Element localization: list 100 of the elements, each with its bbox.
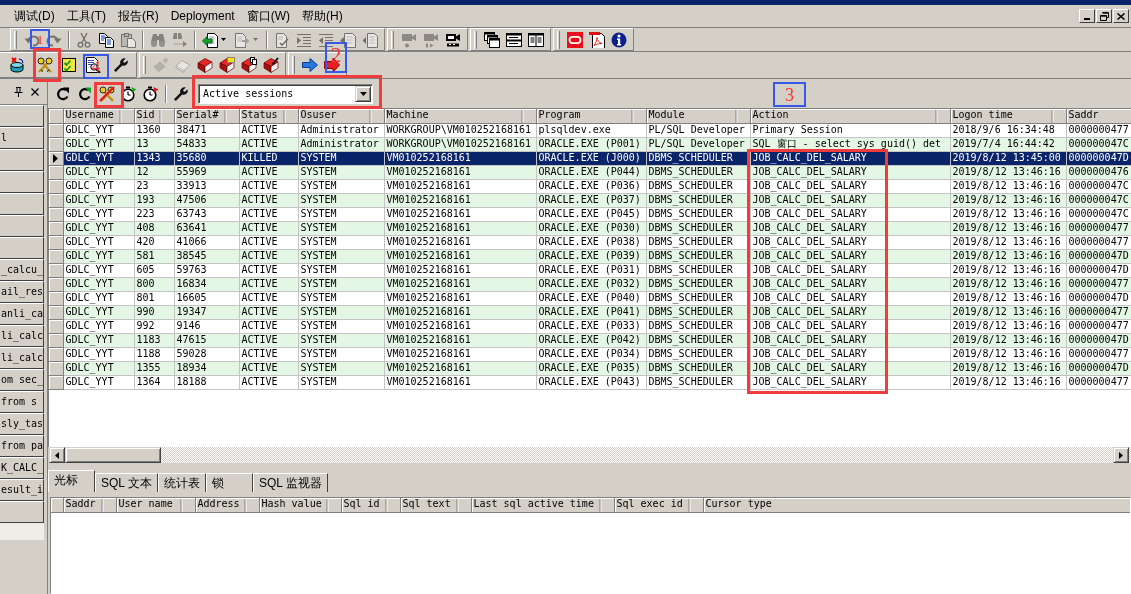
table-cell: 1188 <box>134 347 174 361</box>
refresh-icon[interactable] <box>55 85 71 102</box>
column-header[interactable]: Cursor type <box>703 498 1130 512</box>
window-list-button[interactable]: _calcu_ <box>0 259 44 281</box>
menu-item[interactable]: 调试(D) <box>8 7 61 25</box>
key-crossed-icon[interactable] <box>99 85 115 102</box>
column-header[interactable]: Module <box>646 109 750 123</box>
table-cell: ACTIVE <box>239 347 298 361</box>
window-list-button[interactable]: esult_i <box>0 479 44 501</box>
scroll-left-button[interactable] <box>49 447 65 463</box>
column-header[interactable]: Saddr <box>1066 109 1131 123</box>
column-header[interactable]: Status <box>239 109 298 123</box>
window-list-button[interactable]: l <box>0 127 44 149</box>
dropdown-button[interactable] <box>355 85 371 102</box>
table-cell: 0000000477 <box>1066 347 1131 361</box>
table-cell: 420 <box>134 235 174 249</box>
window-list-button[interactable] <box>0 171 44 193</box>
column-header[interactable]: Sql id <box>341 498 400 512</box>
window-list-button[interactable]: li_calc <box>0 347 44 369</box>
window-list-button[interactable]: ail_res <box>0 281 44 303</box>
window-list-button[interactable]: sly_tas <box>0 413 44 435</box>
filter-dropdown[interactable]: Active sessions <box>198 83 373 104</box>
table-cell: ACTIVE <box>239 207 298 221</box>
column-header[interactable]: Last sql active time <box>471 498 614 512</box>
refresh-icon[interactable] <box>77 85 93 102</box>
column-header[interactable]: Program <box>536 109 646 123</box>
scrollbar-thumb[interactable] <box>65 447 161 463</box>
table-cell: JOB_CALC_DEL_SALARY <box>750 179 950 193</box>
window-list-button[interactable] <box>0 501 44 523</box>
menu-item[interactable]: 帮助(H) <box>296 7 349 25</box>
info-icon[interactable] <box>611 31 627 48</box>
tiled-windows-icon[interactable] <box>506 31 522 48</box>
tab[interactable]: 统计表 <box>157 473 206 492</box>
window-list-button[interactable] <box>0 149 44 171</box>
window-list-button[interactable] <box>0 237 44 259</box>
stopwatch-icon[interactable] <box>121 85 137 102</box>
minimize-button[interactable] <box>1079 9 1095 23</box>
book-pages-icon[interactable] <box>241 57 257 73</box>
table-cell: 18188 <box>174 375 239 389</box>
tab[interactable]: 光标 <box>48 470 95 492</box>
menu-item[interactable]: 窗口(W) <box>240 7 297 25</box>
camera-icon[interactable] <box>445 31 461 48</box>
wrench-icon[interactable] <box>113 57 129 73</box>
right-arrow-icon[interactable] <box>302 57 318 73</box>
tab[interactable]: 锁 <box>205 473 253 492</box>
scroll-right-button[interactable] <box>1113 447 1129 463</box>
tiled-windows-icon[interactable] <box>528 31 544 48</box>
pin-icon[interactable] <box>14 86 23 97</box>
menu-item[interactable]: 工具(T) <box>60 7 112 25</box>
document-icon[interactable] <box>589 31 605 48</box>
table-cell: SYSTEM <box>298 291 384 305</box>
menu-item[interactable]: Deployment <box>164 9 241 23</box>
column-header[interactable]: Sql exec id <box>614 498 703 512</box>
column-header[interactable]: Action <box>750 109 950 123</box>
window-list-button[interactable]: li_calc <box>0 325 44 347</box>
table-cell: DBMS_SCHEDULER <box>646 319 750 333</box>
horizontal-scrollbar[interactable] <box>49 447 1131 463</box>
window-list-button[interactable] <box>0 105 44 127</box>
window-list-button[interactable] <box>0 215 44 237</box>
wrench-icon[interactable] <box>173 85 189 102</box>
tab[interactable]: SQL 监视器 <box>252 473 328 492</box>
window-list-button[interactable]: anli_ca <box>0 303 44 325</box>
column-header[interactable]: Machine <box>384 109 536 123</box>
window-list-button[interactable] <box>0 193 44 215</box>
cascade-windows-icon[interactable] <box>484 31 500 48</box>
table-cell: 605 <box>134 263 174 277</box>
table-cell: 1364 <box>134 375 174 389</box>
column-header[interactable]: Serial# <box>174 109 239 123</box>
column-header[interactable]: Hash value <box>259 498 341 512</box>
window-list-button[interactable]: from pa <box>0 435 44 457</box>
menu-item[interactable]: 报告(R) <box>112 7 165 25</box>
column-header[interactable]: Saddr <box>63 498 116 512</box>
window-list-button[interactable]: from s <box>0 391 44 413</box>
table-cell: ACTIVE <box>239 179 298 193</box>
book-icon[interactable] <box>197 57 213 73</box>
checklist-icon[interactable] <box>61 57 77 73</box>
column-header[interactable]: User name <box>116 498 195 512</box>
close-icon[interactable] <box>31 87 39 96</box>
column-header[interactable]: Osuser <box>298 109 384 123</box>
document-arrow-icon[interactable] <box>202 31 218 48</box>
book-brush-icon[interactable] <box>263 57 279 73</box>
book-note-icon[interactable] <box>219 57 235 73</box>
keys-icon[interactable] <box>37 57 53 73</box>
column-header[interactable]: Logon time <box>950 109 1066 123</box>
caret-icon[interactable] <box>221 38 226 41</box>
column-header[interactable]: Sid <box>134 109 174 123</box>
restore-button[interactable] <box>1096 9 1112 23</box>
copy-icon[interactable] <box>98 31 114 48</box>
tab[interactable]: SQL 文本 <box>95 473 158 492</box>
window-list-button[interactable]: om sec_ <box>0 369 44 391</box>
table-cell: 2019/8/12 13:46:16 <box>950 319 1066 333</box>
close-button[interactable] <box>1113 9 1129 23</box>
stopwatch-icon[interactable] <box>143 85 159 102</box>
table-cell: 801 <box>134 291 174 305</box>
window-list-button[interactable]: K_CALC_ <box>0 457 44 479</box>
column-header[interactable]: Sql text <box>400 498 471 512</box>
ring-tile-icon[interactable] <box>567 31 583 48</box>
column-header[interactable]: Username <box>63 109 134 123</box>
database-cross-icon[interactable] <box>9 57 25 73</box>
column-header[interactable]: Address <box>195 498 259 512</box>
